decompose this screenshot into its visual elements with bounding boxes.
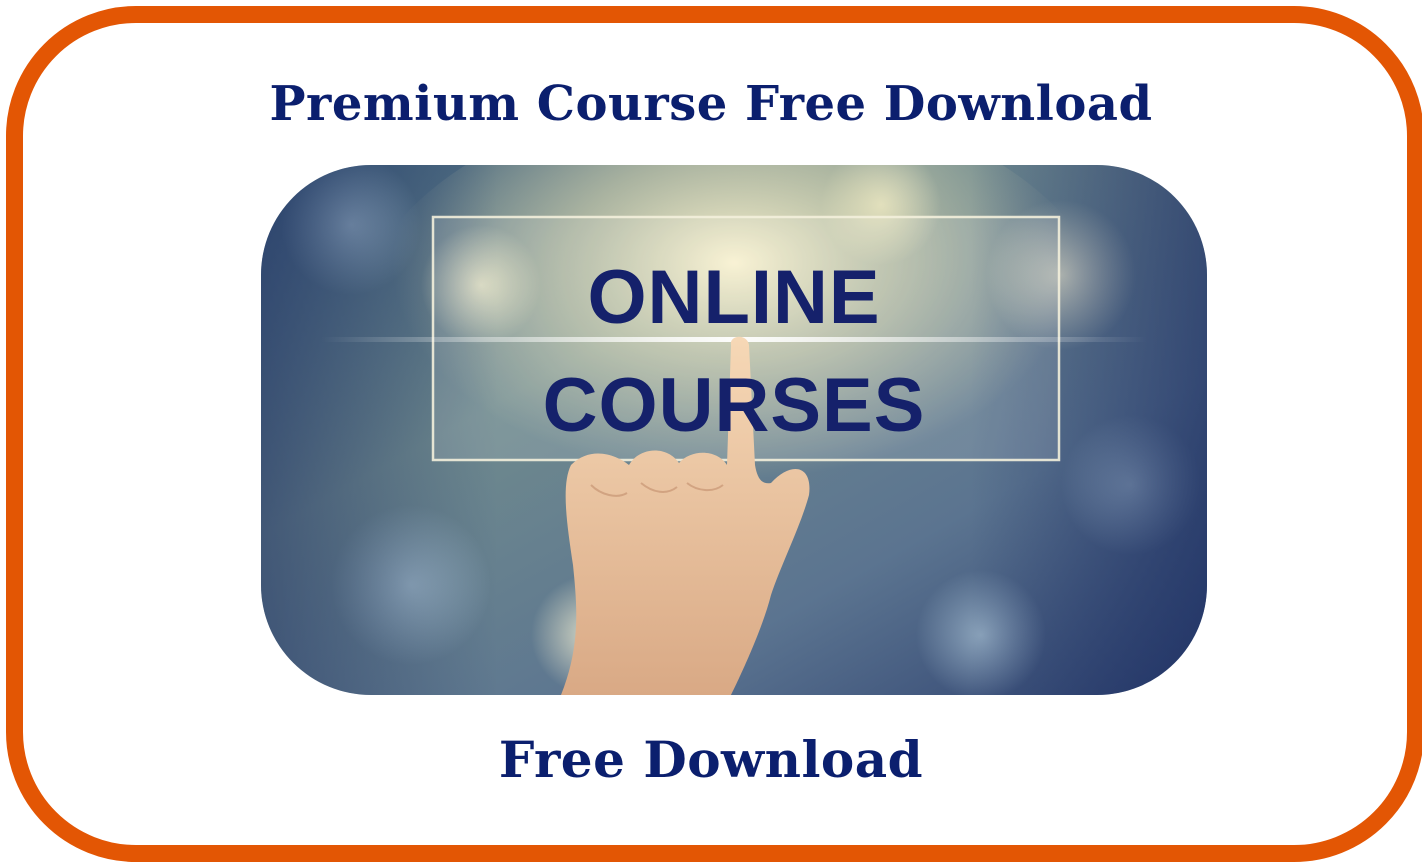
banner-line-courses: COURSES	[542, 363, 926, 448]
banner-line-online: ONLINE	[587, 255, 881, 340]
page-title: Premium Course Free Download	[269, 76, 1153, 132]
online-courses-image: ONLINE COURSES	[261, 165, 1207, 695]
free-download-label[interactable]: Free Download	[0, 728, 1422, 792]
